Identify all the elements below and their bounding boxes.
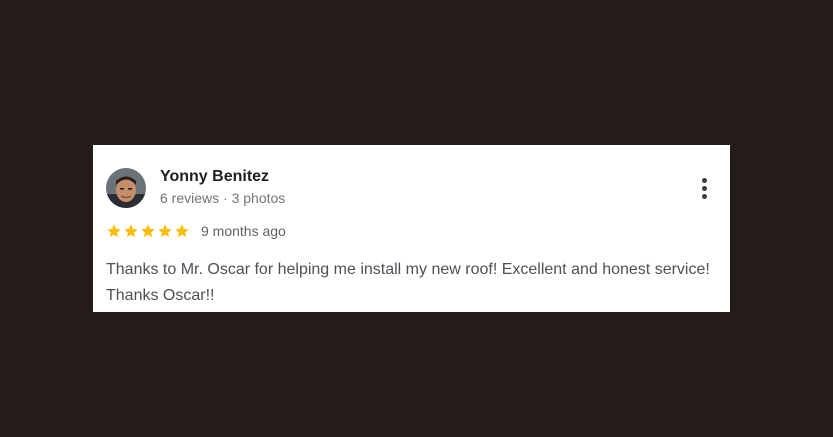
star-icon [157,223,173,240]
review-text: Thanks to Mr. Oscar for helping me insta… [106,261,710,304]
more-vert-icon [702,178,707,183]
star-rating [106,223,190,240]
review-card: Yonny Benitez 6 reviews · 3 photos 9 mon… [93,145,730,312]
more-vert-icon-dot [702,194,707,199]
star-icon [123,223,139,240]
reviewer-name[interactable]: Yonny Benitez [160,168,269,186]
avatar[interactable] [106,168,146,208]
star-icon [174,223,190,240]
more-vert-icon-dot [702,186,707,191]
more-options-button[interactable] [695,175,715,201]
star-icon [140,223,156,240]
reviewer-meta[interactable]: 6 reviews · 3 photos [160,190,285,206]
review-date: 9 months ago [201,223,286,239]
star-icon [106,223,122,240]
